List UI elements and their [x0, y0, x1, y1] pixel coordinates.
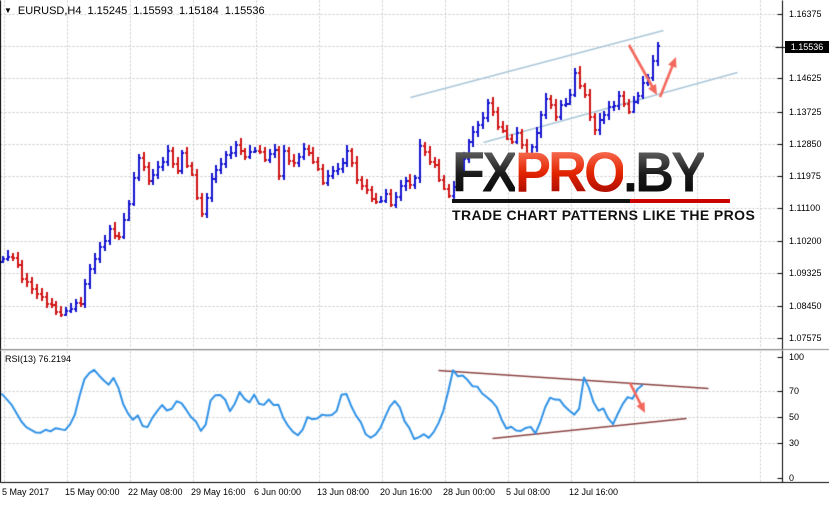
rsi-axis-label: 50: [789, 412, 800, 422]
price-axis-label: 1.08450: [789, 301, 822, 311]
time-axis-label: 28 Jun 00:00: [443, 487, 496, 497]
ohlc-open: 1.15245: [87, 5, 128, 17]
logo-pro: PRO: [515, 141, 626, 205]
current-price-tag: 1.15536: [785, 41, 829, 53]
time-axis-label: 6 Jun 00:00: [254, 487, 302, 497]
rsi-axis-label: 100: [789, 352, 805, 362]
price-axis-label: 1.07575: [789, 333, 822, 343]
chart-window: ▼ EURUSD,H4 1.15245 1.15593 1.15184 1.15536 R…: [0, 0, 829, 506]
price-axis-label: 1.12850: [789, 139, 822, 149]
time-axis-label: 5 Jul 08:00: [506, 487, 551, 497]
logo-dot: .: [623, 141, 638, 205]
price-axis-label: 1.11100: [789, 203, 821, 213]
rsi-axis-label: 30: [789, 438, 800, 448]
logo-tagline: TRADE CHART PATTERNS LIKE THE PROS: [452, 207, 756, 223]
logo-by: BY: [635, 141, 707, 205]
logo-wordmark: FXPRO.BY: [452, 145, 730, 201]
indicator-label: RSI(13) 76.2194: [5, 354, 72, 364]
price-axis-label: 1.10200: [789, 236, 822, 246]
time-axis-label: 5 May 2017: [2, 487, 50, 497]
rsi-axis-label: 70: [789, 386, 800, 396]
price-axis-label: 1.14625: [789, 73, 822, 83]
time-axis-label: 12 Jul 16:00: [569, 487, 619, 497]
symbol-label: EURUSD,H4: [17, 5, 82, 17]
price-axis-label: 1.16375: [789, 9, 822, 19]
rsi-axis-label: 0: [789, 473, 795, 483]
price-axis-label: 1.09325: [789, 268, 822, 278]
ohlc-high: 1.15593: [133, 5, 174, 17]
time-axis-label: 13 Jun 08:00: [317, 487, 370, 497]
fxpro-watermark-logo: FXPRO.BY TRADE CHART PATTERNS LIKE THE P…: [452, 145, 756, 223]
symbol-dropdown-icon[interactable]: ▼: [4, 5, 12, 17]
ohlc-close: 1.15536: [224, 5, 265, 17]
chart-title-bar: ▼ EURUSD,H4 1.15245 1.15593 1.15184 1.15536: [4, 5, 271, 18]
time-axis-label: 22 May 08:00: [128, 487, 183, 497]
time-axis-label: 29 May 16:00: [191, 487, 246, 497]
price-axis-label: 1.13725: [789, 107, 822, 117]
time-axis-label: 15 May 00:00: [65, 487, 120, 497]
price-chart-canvas[interactable]: [0, 0, 829, 506]
logo-fx: FX: [452, 141, 518, 205]
time-axis-label: 20 Jun 16:00: [380, 487, 433, 497]
ohlc-low: 1.15184: [179, 5, 219, 17]
price-axis-label: 1.11975: [789, 171, 821, 181]
